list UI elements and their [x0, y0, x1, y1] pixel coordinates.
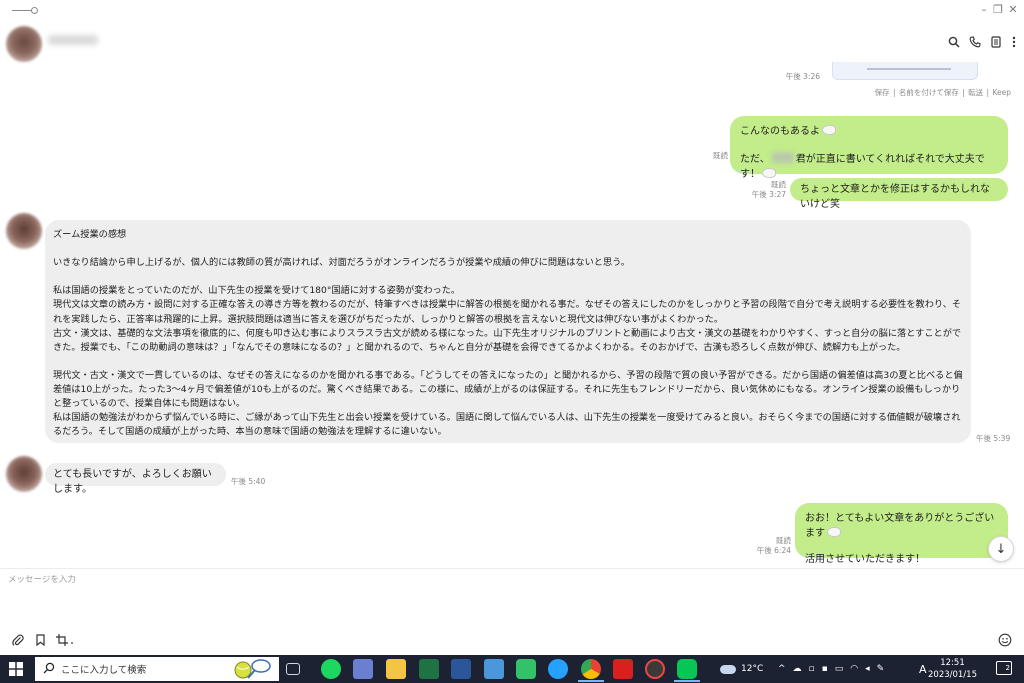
taskbar-search-placeholder: ここに入力して検索: [61, 665, 147, 676]
tray-app-icon[interactable]: ▪: [822, 664, 835, 674]
contact-name-redacted: [48, 35, 98, 45]
message-time: 午後 6:24: [756, 546, 791, 555]
word-icon[interactable]: [451, 659, 471, 679]
message-list[interactable]: 午後 3:26 保存 | 名前を付けて保存 | 転送 | Keep 既読 こんな…: [0, 62, 1024, 568]
spotify-icon[interactable]: [321, 659, 341, 679]
app-icon-play[interactable]: [516, 659, 536, 679]
message-bubble-incoming[interactable]: ズーム授業の感想 いきなり結論から申し上げるが、個人的には教師の質が高ければ、対…: [45, 220, 971, 443]
more-icon[interactable]: [1006, 34, 1022, 50]
excel-icon[interactable]: [419, 659, 439, 679]
app-icon-record[interactable]: [645, 659, 665, 679]
chrome-icon[interactable]: [581, 659, 601, 679]
contact-avatar[interactable]: [6, 26, 42, 62]
long-message-line: 現代文は文章の読み方・設問に対する正確な答えの導き方等を教わるのだが、特筆すべき…: [53, 299, 962, 325]
tray-cloud-icon[interactable]: ☁: [793, 664, 809, 674]
file-save-link[interactable]: 保存: [875, 88, 890, 97]
message-bubble-outgoing[interactable]: こんなのもあるよ ただ、 君が正直に書いてくれればそれで大丈夫です！: [730, 116, 1008, 180]
file-forward-link[interactable]: 転送: [968, 88, 983, 97]
emoji-sticker-icon: [762, 168, 776, 178]
search-highlight-image: [231, 658, 273, 680]
weather-cloud-icon: [720, 664, 736, 674]
file-card-read-status: [780, 66, 820, 69]
read-status: 既読: [776, 536, 791, 545]
tray-chevron-up-icon[interactable]: ^: [778, 664, 793, 674]
long-message-line: ズーム授業の感想: [53, 229, 127, 240]
emoji-sticker-icon: [827, 527, 841, 537]
long-message-line: 現代文・古文・漢文で一貫しているのは、なぜその答えになるのかを聞かれる事である。…: [53, 369, 963, 410]
app-icon-window[interactable]: [484, 659, 504, 679]
weather-widget[interactable]: 12°C: [720, 655, 763, 683]
tray-wifi-icon[interactable]: ◠: [850, 664, 865, 674]
message-text: 活用させていただきます！: [805, 554, 925, 565]
message-text: ちょっと文章とかを修正はするかもしれないけど笑: [800, 184, 990, 210]
windows-taskbar: ここに入力して検索 12°C ^ ☁ ▫ ▪ ▭ ◠ ◂ ✎ A 12:51 2…: [0, 655, 1024, 683]
read-status: 既読: [771, 180, 786, 189]
phone-icon[interactable]: [967, 34, 983, 50]
emoji-icon[interactable]: [997, 632, 1013, 648]
line-app-icon[interactable]: [677, 659, 697, 679]
opacity-slider[interactable]: [12, 7, 38, 14]
message-bubble-outgoing[interactable]: おお！とてもよい文章をありがとうございます 活用させていただきます！: [795, 503, 1008, 565]
system-tray-icons[interactable]: ^ ☁ ▫ ▪ ▭ ◠ ◂ ✎: [778, 655, 891, 683]
scroll-to-bottom-button[interactable]: ↓: [988, 536, 1014, 562]
message-text: ただ、: [740, 154, 770, 165]
clock-date: 2023/01/15: [928, 670, 977, 680]
read-status: 既読: [713, 151, 728, 160]
long-message-line: 古文・漢文は、基礎的な文法事項を徹底的に、何度も叩き込む事によりスラスラ古文が読…: [53, 327, 962, 353]
ime-indicator[interactable]: A: [919, 655, 927, 683]
tray-volume-icon[interactable]: ◂: [865, 664, 877, 674]
contact-avatar[interactable]: [6, 456, 42, 492]
message-text: とても長いですが、よろしくお願いします。: [53, 469, 212, 495]
restore-button[interactable]: ❐: [990, 3, 1006, 17]
clock-time: 12:51: [940, 658, 965, 668]
arrow-down-icon: ↓: [995, 541, 1007, 557]
close-button[interactable]: ✕: [1005, 3, 1021, 17]
message-time: 午後 5:40: [231, 477, 266, 486]
windows-icon[interactable]: [9, 662, 23, 676]
emoji-sticker-icon: [822, 125, 836, 135]
opacity-slider-knob[interactable]: [31, 7, 38, 14]
message-bubble-incoming[interactable]: とても長いですが、よろしくお願いします。: [45, 463, 226, 495]
crop-icon[interactable]: [54, 632, 78, 648]
file-keep-link[interactable]: Keep: [992, 88, 1011, 97]
long-message-line: 私は国語の授業をとっていたのだが、山下先生の授業を受けて180°国語に対する姿勢…: [53, 285, 461, 297]
message-time: 午後 5:39: [976, 434, 1011, 443]
taskbar-search-box[interactable]: ここに入力して検索: [35, 657, 279, 681]
file-card-time: 午後 3:26: [785, 72, 820, 81]
tray-pen-icon[interactable]: ✎: [877, 664, 892, 674]
search-icon[interactable]: [946, 34, 962, 50]
file-actions: 保存 | 名前を付けて保存 | 転送 | Keep: [874, 88, 1011, 97]
file-explorer-icon[interactable]: [386, 659, 406, 679]
message-bubble-outgoing[interactable]: ちょっと文章とかを修正はするかもしれないけど笑: [790, 178, 1008, 210]
bookmark-icon[interactable]: [32, 632, 48, 648]
taskbar-clock[interactable]: 12:51 2023/01/15: [928, 657, 977, 681]
message-input-area: [0, 568, 1024, 655]
active-app-indicator: [578, 680, 604, 682]
contact-avatar[interactable]: [6, 213, 42, 249]
active-app-indicator: [674, 680, 700, 682]
message-time: 午後 3:27: [751, 190, 786, 199]
app-icon-document[interactable]: [353, 659, 373, 679]
tray-battery-icon[interactable]: ▭: [835, 664, 851, 674]
long-message-line: 私は国語の勉強法がわからず悩んでいる時に、ご縁があって山下先生と出会い授業を受け…: [53, 412, 961, 438]
weather-temperature: 12°C: [741, 664, 764, 674]
acrobat-icon[interactable]: [613, 659, 633, 679]
app-icon-circle[interactable]: [548, 659, 568, 679]
paperclip-icon[interactable]: [10, 632, 26, 648]
message-input[interactable]: [8, 575, 968, 585]
notes-icon[interactable]: [988, 34, 1004, 50]
file-save-as-link[interactable]: 名前を付けて保存: [899, 88, 959, 97]
chat-header: [0, 22, 1024, 62]
task-view-icon[interactable]: [286, 663, 300, 675]
search-icon: [43, 662, 55, 677]
window-titlebar: – ❐ ✕: [0, 0, 1024, 22]
message-text: こんなのもあるよ: [740, 126, 820, 137]
file-preview[interactable]: [832, 62, 978, 80]
notification-center-button[interactable]: 2: [996, 661, 1012, 675]
tray-app-icon[interactable]: ▫: [809, 664, 822, 674]
notification-count: 2: [1005, 664, 1010, 672]
redacted-name: [771, 152, 794, 163]
long-message-line: いきなり結論から申し上げるが、個人的には教師の質が高ければ、対面だろうがオンライ…: [53, 257, 630, 269]
